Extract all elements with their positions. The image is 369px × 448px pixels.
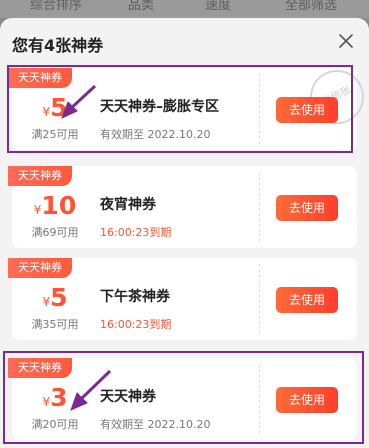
arrow-icon <box>61 84 97 119</box>
annotation-arrows <box>61 84 112 411</box>
arrow-icon <box>70 369 112 411</box>
